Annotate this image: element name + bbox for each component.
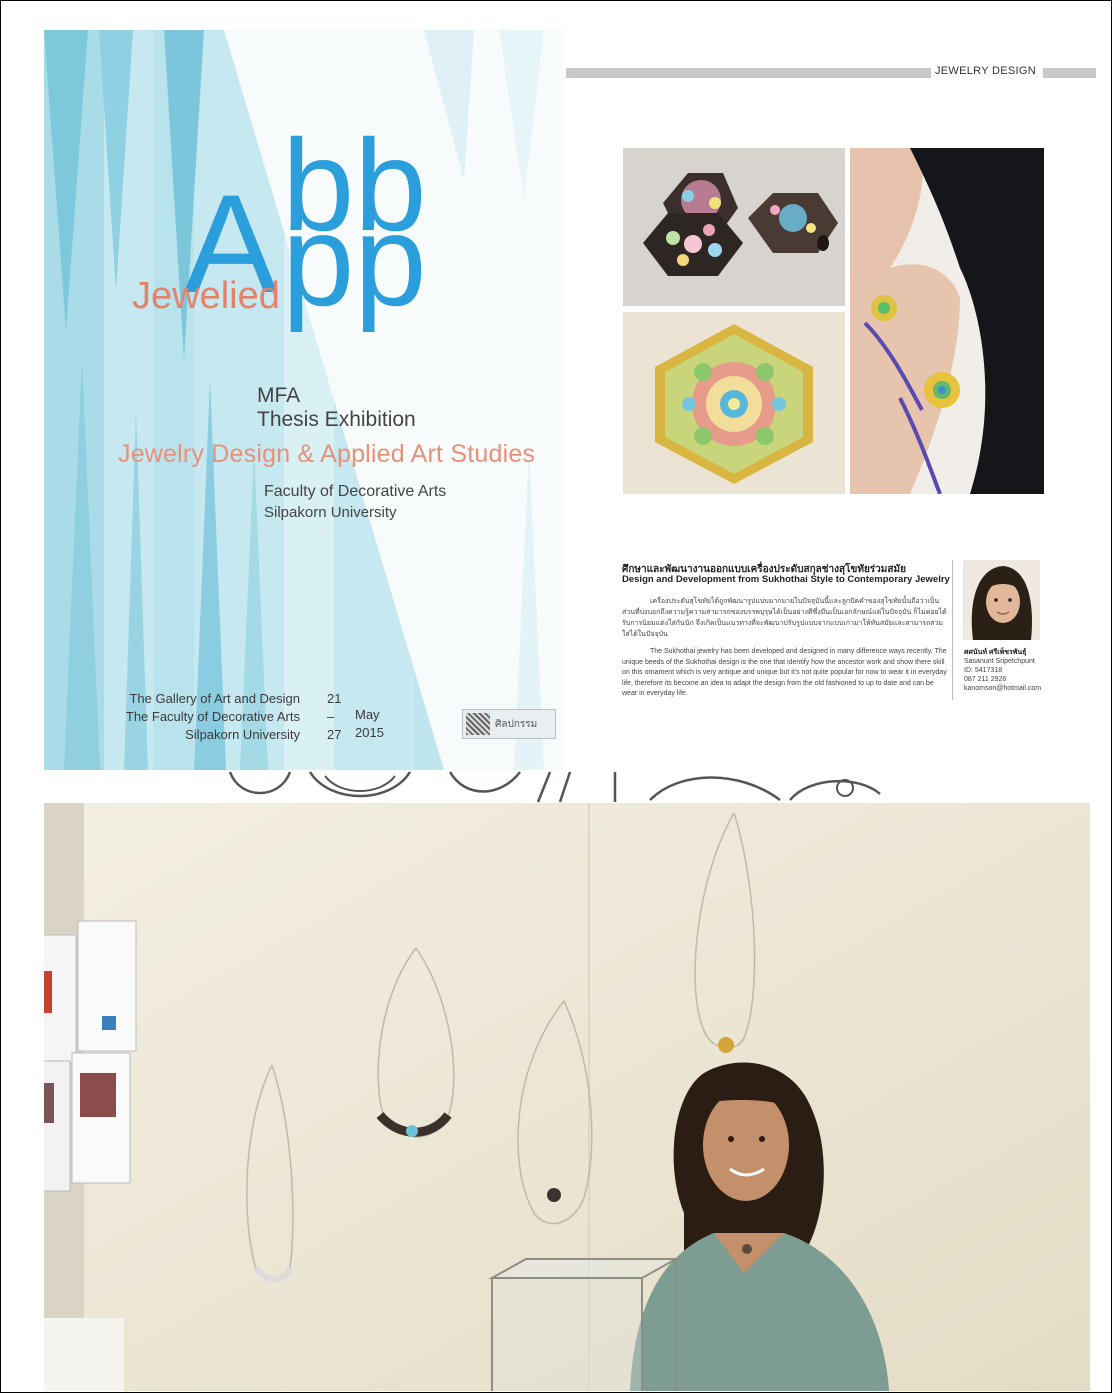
header-rule (566, 68, 931, 78)
article-body-thai: เครื่องประดับสุโขทัยได้ถูกพัฒนารูปแบบมาก… (622, 598, 947, 638)
poster-thesis: Thesis Exhibition (257, 408, 416, 431)
poster-month-year: May 2015 (355, 706, 384, 742)
faculty-logo: ศิลปกรรม (462, 709, 556, 739)
poster-program: Jewelry Design & Applied Art Studies (118, 440, 536, 468)
author-info: ศศนันท์ ศรีเพ็ชรพันธุ์ Sasanunt Sripetch… (964, 648, 1041, 693)
hexagon-bead-photo (623, 312, 845, 494)
author-name-thai: ศศนันท์ ศรีเพ็ชรพันธุ์ (964, 649, 1027, 656)
letters-pp: pp (282, 187, 427, 333)
date-start: 21 (327, 691, 342, 706)
date-end: 27 (327, 727, 342, 742)
venue-line: Silpakorn University (185, 727, 300, 742)
author-id: ID: 5417318 (964, 667, 1003, 674)
author-email: kanomson@hotmail.com (964, 685, 1042, 692)
exhibition-poster: A bb pp Jewelied MFA Thesis Exhibition J… (44, 30, 564, 770)
poster-script-word: Jewelied (132, 275, 280, 317)
beads-photo (623, 148, 845, 306)
venue-line: The Gallery of Art and Design (129, 691, 300, 706)
section-label: JEWELRY DESIGN (935, 65, 1036, 77)
poster-university: Silpakorn University (264, 504, 397, 521)
poster-dates: 21 – 27 (327, 690, 341, 744)
gallery-installation-photo (44, 803, 1090, 1391)
magazine-page: JEWELRY DESIGN ศึกษาและพัฒนางานออกแบบเคร… (566, 30, 1096, 750)
poster-mfa: MFA (257, 384, 301, 407)
university-seal-watermark (228, 771, 881, 803)
article-body-english: The Sukhothai jewelry has been developed… (622, 648, 947, 697)
article-title-english: Design and Development from Sukhothai St… (622, 574, 950, 585)
logo-mark-icon (466, 713, 490, 735)
year: 2015 (355, 725, 384, 740)
logo-text: ศิลปกรรม (495, 718, 538, 730)
poster-logotype: A bb pp (184, 112, 427, 333)
author-portrait (963, 560, 1040, 640)
date-dash: – (327, 709, 335, 724)
author-name-english: Sasanunt Sripetchpunt (964, 658, 1035, 665)
column-divider (952, 560, 953, 700)
header-rule (1043, 68, 1096, 78)
month: May (355, 707, 380, 722)
poster-faculty: Faculty of Decorative Arts (264, 483, 447, 500)
model-wearing-jewelry-photo (850, 148, 1044, 494)
poster-venue: The Gallery of Art and Design The Facult… (126, 690, 300, 744)
author-phone: 087 211 2926 (964, 676, 1007, 683)
venue-line: The Faculty of Decorative Arts (125, 709, 300, 724)
